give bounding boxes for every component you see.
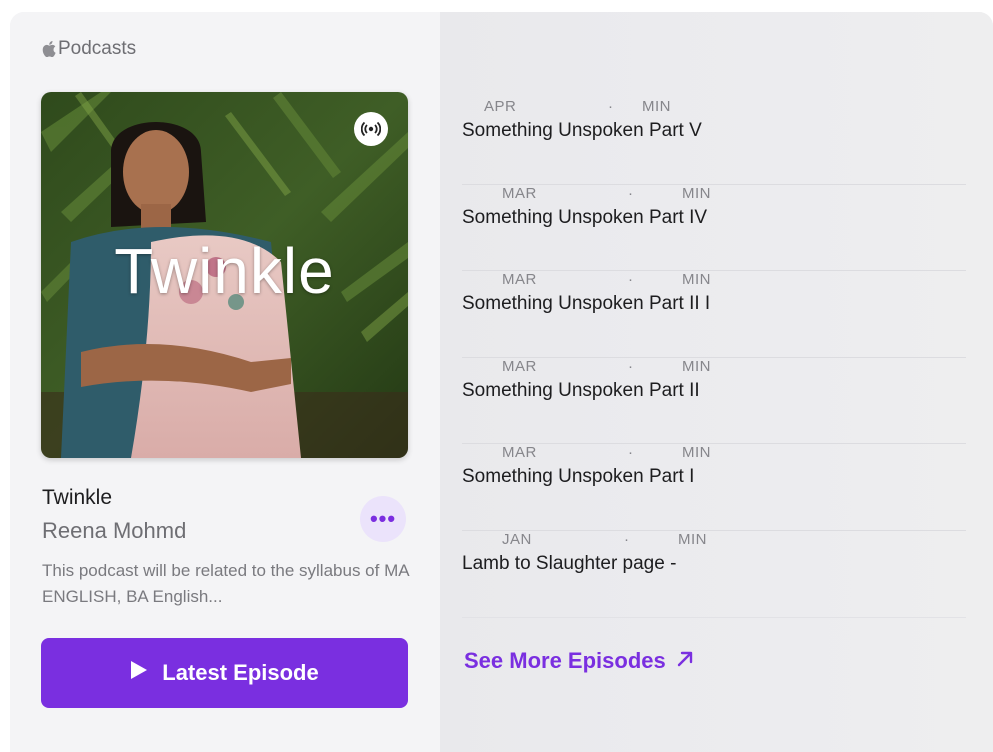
podcasts-brand[interactable]: Podcasts — [42, 38, 136, 60]
episode-duration: MIN — [642, 98, 671, 115]
episode-separator: · — [624, 530, 630, 548]
episode-month: MAR — [502, 357, 537, 375]
episode-item[interactable]: MAR · MIN Something Unspoken Part I — [462, 444, 966, 531]
episode-separator: · — [608, 98, 614, 115]
episode-item[interactable]: JAN · MIN Lamb to Slaughter page - — [462, 531, 966, 618]
episode-title: Something Unspoken Part II I — [462, 293, 711, 315]
episode-title: Something Unspoken Part V — [462, 120, 702, 141]
episode-month: MAR — [502, 184, 537, 202]
latest-episode-label: Latest Episode — [162, 660, 319, 685]
show-title[interactable]: Twinkle — [42, 486, 112, 510]
arrow-up-right-icon — [676, 648, 694, 674]
play-icon — [130, 660, 148, 686]
episode-duration: MIN — [682, 444, 711, 462]
episode-list: APR · MIN Something Unspoken Part V MAR … — [462, 98, 966, 618]
episode-title: Lamb to Slaughter page - — [462, 552, 677, 574]
see-more-episodes-link[interactable]: See More Episodes — [464, 648, 694, 674]
show-panel: Podcasts Twinkle Twinkle Reena Mohmd •••… — [10, 12, 440, 752]
more-options-button[interactable]: ••• — [360, 496, 406, 542]
podcast-broadcast-icon — [354, 112, 388, 146]
episode-month: MAR — [502, 271, 537, 289]
more-dots-icon: ••• — [369, 506, 397, 531]
episode-duration: MIN — [682, 357, 711, 375]
episode-month: JAN — [502, 530, 532, 548]
podcast-artwork[interactable]: Twinkle — [41, 92, 408, 458]
episode-item[interactable]: APR · MIN Something Unspoken Part V — [462, 98, 966, 185]
episode-title: Something Unspoken Part IV — [462, 206, 708, 228]
artwork-title: Twinkle — [114, 235, 335, 307]
episode-title: Something Unspoken Part II — [462, 379, 700, 401]
episode-item[interactable]: MAR · MIN Something Unspoken Part II — [462, 358, 966, 445]
show-description: This podcast will be related to the syll… — [42, 561, 409, 606]
episode-duration: MIN — [678, 530, 707, 548]
episode-month: APR — [484, 98, 517, 115]
episode-separator: · — [628, 357, 634, 375]
brand-label: Podcasts — [58, 38, 137, 59]
episode-separator: · — [628, 184, 634, 202]
episode-item[interactable]: MAR · MIN Something Unspoken Part IV — [462, 185, 966, 272]
episode-month: MAR — [502, 444, 537, 462]
apple-logo-icon — [42, 41, 56, 58]
episode-item[interactable]: MAR · MIN Something Unspoken Part II I — [462, 271, 966, 358]
show-author[interactable]: Reena Mohmd — [42, 518, 186, 544]
see-more-label: See More Episodes — [464, 648, 666, 673]
episode-duration: MIN — [682, 184, 711, 202]
episode-separator: · — [628, 444, 634, 462]
episode-separator: · — [628, 271, 634, 289]
episode-duration: MIN — [682, 271, 711, 289]
episode-title: Something Unspoken Part I — [462, 466, 695, 488]
latest-episode-button[interactable]: Latest Episode — [41, 638, 408, 708]
